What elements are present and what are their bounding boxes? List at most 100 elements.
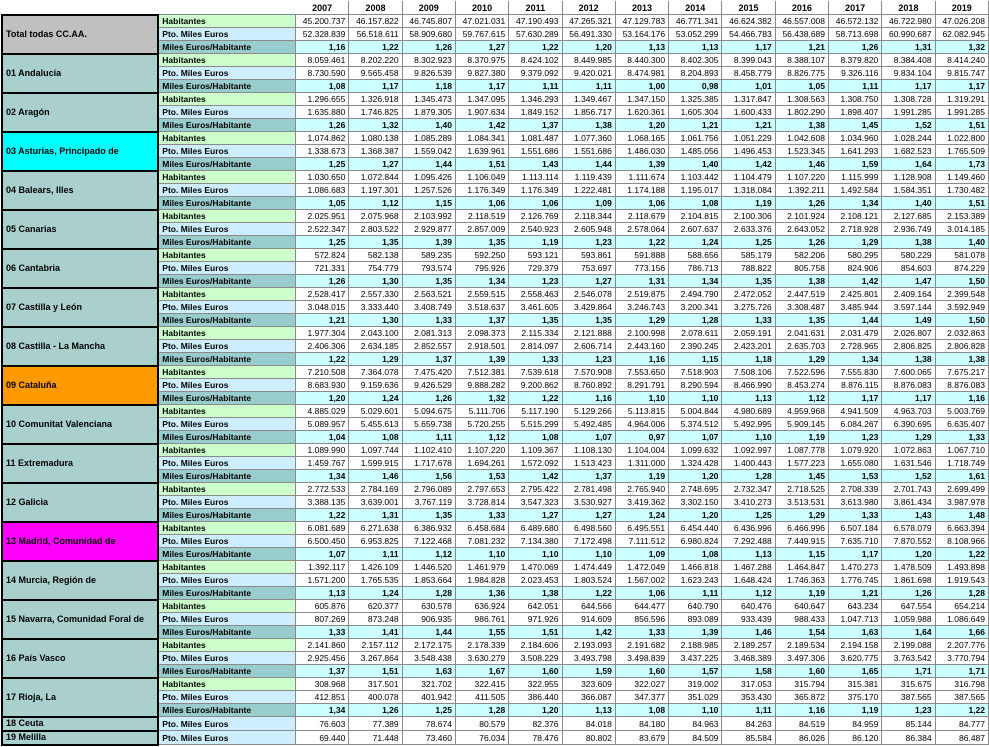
value-cell: 1.347.095 [454,92,510,106]
value-cell: 2.784.169 [348,482,403,496]
value-cell: 1,27 [561,274,616,288]
value-cell: 1,12 [348,196,403,210]
table-row: 10 Comunitat Valenciana Habitantes 4.885.0… [0,403,989,445]
value-cell: 1,38 [561,118,616,132]
value-cell: 1.682.523 [881,144,936,158]
value-cell: 1,05 [295,196,350,210]
value-cell: 2.936.749 [881,222,936,236]
row-label: Habitantes [157,521,297,535]
value-cell: 1.446.520 [401,560,456,574]
value-cell: 1,06 [614,196,670,210]
region-name: 07 Castilla y León [0,286,160,328]
value-cell: 1.577.223 [774,456,830,470]
value-cell: 317.053 [721,677,776,691]
row-label: Pto. Miles Euros [157,730,297,745]
value-cell: 9.159.636 [348,378,403,392]
value-cell: 1,35 [454,235,510,249]
value-cell: 1,29 [774,352,830,366]
value-cell: 640.790 [668,599,723,613]
value-cell: 8.466.990 [721,378,776,392]
value-cell: 1.765.535 [348,573,403,587]
value-cell: 581.078 [934,248,989,262]
value-cell: 2.399.548 [934,287,989,301]
value-cell: 9.834.104 [881,66,936,80]
region-name: 18 Ceuta [0,715,160,732]
value-cell: 1,38 [774,274,830,288]
value-cell: 1,29 [827,235,883,249]
table-row: Total todas CC.AA. Habitantes 45.200.737 46… [0,13,989,55]
value-cell: 1,13 [721,547,776,561]
region-name: 11 Extremadura [0,442,160,484]
value-cell: 1.776.745 [827,573,883,587]
value-cell: 893.089 [668,612,723,626]
value-cell: 412.851 [295,690,350,704]
value-cell: 3.728.814 [454,495,510,509]
value-cell: 1.067.710 [934,443,989,457]
value-cell: 1,27 [454,40,510,54]
value-cell: 1.493.898 [934,560,989,574]
value-cell: 1.470.273 [827,560,883,574]
year-header-row: 2007 2008 2009 2010 2011 2012 2013 2014 2015 2016… [2,1,989,15]
value-cell: 1,24 [668,235,723,249]
value-cell: 2.557.330 [348,287,403,301]
value-cell: 2.184.606 [508,638,563,652]
value-cell: 56.518.611 [348,27,403,41]
value-cell: 84.180 [614,716,670,731]
table-row: 09 Cataluña Habitantes 7.210.508 7.364.078 7… [0,364,989,406]
value-cell: 8.059.461 [295,53,350,67]
value-cell: 1,64 [881,157,936,171]
value-cell: 1.803.524 [561,573,616,587]
value-cell: 1.107.220 [454,443,510,457]
value-cell: 9.200.862 [508,378,563,392]
row-label: Habitantes [157,170,297,184]
value-cell: 47.021.031 [454,14,510,28]
value-cell: 2.546.078 [561,287,616,301]
value-cell: 1,07 [295,547,350,561]
value-cell: 592.250 [454,248,510,262]
value-cell: 7.134.380 [508,534,563,548]
value-cell: 1.113.114 [508,170,563,184]
value-cell: 1,60 [614,664,670,678]
value-cell: 366.087 [561,690,616,704]
value-cell: 856.596 [614,612,670,626]
value-cell: 1,34 [295,469,350,483]
value-cell: 1,35 [774,313,830,327]
row-label: Miles Euros/Habitante [157,469,297,483]
value-cell: 1,10 [668,703,723,717]
value-cell: 1.081.487 [508,131,563,145]
year-header: 2018 [881,1,936,15]
value-cell: 1,42 [827,274,883,288]
value-cell: 3.497.306 [774,651,830,665]
row-label: Habitantes [157,326,297,340]
value-cell: 1,23 [561,235,616,249]
value-cell: 1.084.341 [454,131,510,145]
value-cell: 1,39 [614,157,670,171]
value-cell: 786.713 [668,261,723,275]
value-cell: 971.926 [508,612,563,626]
value-cell: 1.042.608 [774,131,830,145]
value-cell: 1,25 [295,157,350,171]
table-row: 18 Ceuta Pto. Miles Euros 76.603 77.389 78.6… [0,715,989,732]
value-cell: 2.563.521 [401,287,456,301]
value-cell: 1,33 [934,430,989,444]
value-cell: 1.318.084 [721,183,776,197]
value-cell: 1,16 [934,391,989,405]
value-cell: 1.856.717 [561,105,616,119]
value-cell: 1.523.345 [774,144,830,158]
row-label: Pto. Miles Euros [157,378,297,392]
value-cell: 321.702 [401,677,456,691]
value-cell: 1,28 [454,703,510,717]
value-cell: 5.515.299 [508,417,563,431]
value-cell: 47.265.321 [561,14,616,28]
value-cell: 1,00 [614,79,670,93]
value-cell: 0,97 [614,430,670,444]
value-cell: 2.796.089 [401,482,456,496]
year-header: 2010 [454,1,510,15]
value-cell: 2.141.860 [295,638,350,652]
value-cell: 1.461.979 [454,560,510,574]
value-cell: 1,17 [454,79,510,93]
table-row: 15 Navarra, Comunidad Foral de Habitantes… [0,598,989,640]
value-cell: 1,28 [668,313,723,327]
value-cell: 5.492.485 [561,417,616,431]
value-cell: 1.051.229 [721,131,776,145]
